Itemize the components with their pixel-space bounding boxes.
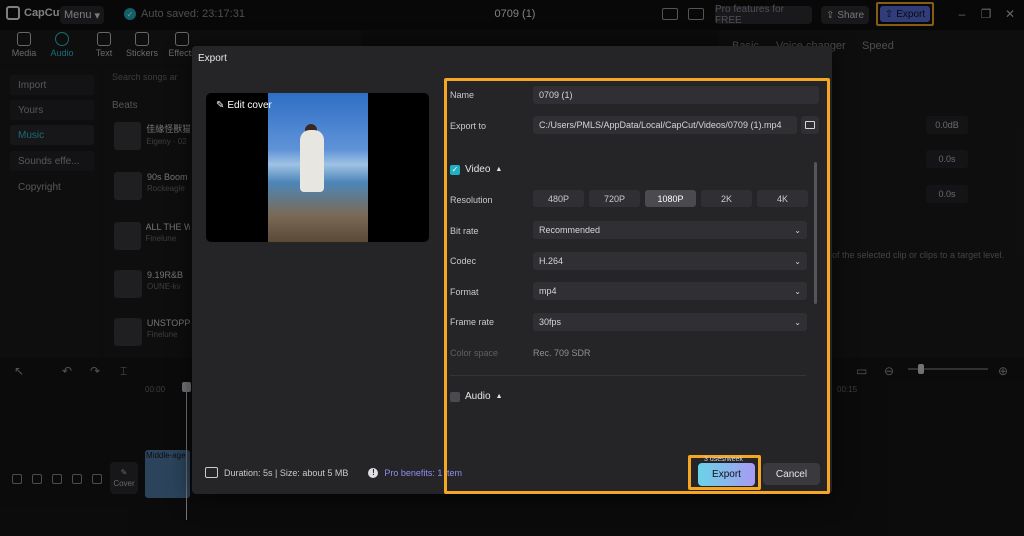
- duration-size-text: Duration: 5s | Size: about 5 MB: [224, 467, 349, 478]
- colorspace-value: Rec. 709 SDR: [533, 348, 591, 358]
- audio-section-toggle[interactable]: Audio ▲: [450, 391, 503, 402]
- codec-select[interactable]: H.264 ⌄: [533, 252, 807, 270]
- edit-cover-label: Edit cover: [227, 100, 272, 111]
- browse-folder-button[interactable]: [801, 116, 819, 134]
- codec-value: H.264: [539, 256, 564, 266]
- resolution-4k[interactable]: 4K: [757, 190, 808, 207]
- format-value: mp4: [539, 286, 557, 296]
- cancel-button[interactable]: Cancel: [763, 463, 820, 485]
- settings-scrollbar[interactable]: [814, 162, 817, 304]
- format-select[interactable]: mp4 ⌄: [533, 282, 807, 300]
- audio-section-label: Audio: [465, 391, 491, 402]
- info-icon: !: [368, 467, 379, 478]
- uses-per-week-badge: 3 uses/week: [704, 456, 743, 463]
- video-checkbox[interactable]: ✓: [450, 164, 460, 175]
- name-input[interactable]: 0709 (1): [533, 86, 819, 104]
- format-label: Format: [450, 287, 479, 297]
- resolution-2k[interactable]: 2K: [701, 190, 752, 207]
- framerate-value: 30fps: [539, 317, 562, 327]
- section-divider: [450, 375, 806, 376]
- film-icon: [205, 467, 218, 478]
- codec-label: Codec: [450, 256, 477, 266]
- export-path-input[interactable]: C:/Users/PMLS/AppData/Local/CapCut/Video…: [533, 116, 797, 134]
- audio-checkbox[interactable]: [450, 391, 460, 402]
- resolution-480p[interactable]: 480P: [533, 190, 584, 207]
- chevron-up-icon: ▲: [495, 166, 503, 173]
- chevron-down-icon: ⌄: [794, 225, 801, 235]
- pencil-icon: ✎: [216, 100, 225, 111]
- framerate-select[interactable]: 30fps ⌄: [533, 313, 807, 331]
- figure-body: [300, 130, 324, 192]
- video-section-label: Video: [465, 164, 491, 175]
- colorspace-label: Color space: [450, 348, 499, 358]
- export-button[interactable]: Export: [698, 463, 755, 486]
- framerate-label: Frame rate: [450, 317, 495, 327]
- export-to-label: Export to: [450, 121, 487, 131]
- edit-cover-button[interactable]: ✎ Edit cover: [216, 100, 272, 111]
- resolution-label: Resolution: [450, 195, 493, 205]
- video-section-toggle[interactable]: ✓ Video ▲: [450, 164, 502, 175]
- resolution-1080p[interactable]: 1080P: [645, 190, 696, 207]
- resolution-720p[interactable]: 720P: [589, 190, 640, 207]
- export-footer-info: Duration: 5s | Size: about 5 MB ! Pro be…: [205, 467, 462, 478]
- bitrate-label: Bit rate: [450, 226, 479, 236]
- chevron-up-icon: ▲: [495, 393, 503, 400]
- chevron-down-icon: ⌄: [794, 317, 801, 327]
- folder-icon: [805, 121, 815, 129]
- capcut-window: CapCut Menu ▾ ✓ Auto saved: 23:17:31 070…: [0, 0, 1024, 536]
- dialog-title: Export: [198, 53, 227, 64]
- bitrate-select[interactable]: Recommended ⌄: [533, 221, 807, 239]
- chevron-down-icon: ⌄: [794, 286, 801, 296]
- name-label: Name: [450, 90, 475, 100]
- chevron-down-icon: ⌄: [794, 256, 801, 266]
- bitrate-value: Recommended: [539, 225, 601, 235]
